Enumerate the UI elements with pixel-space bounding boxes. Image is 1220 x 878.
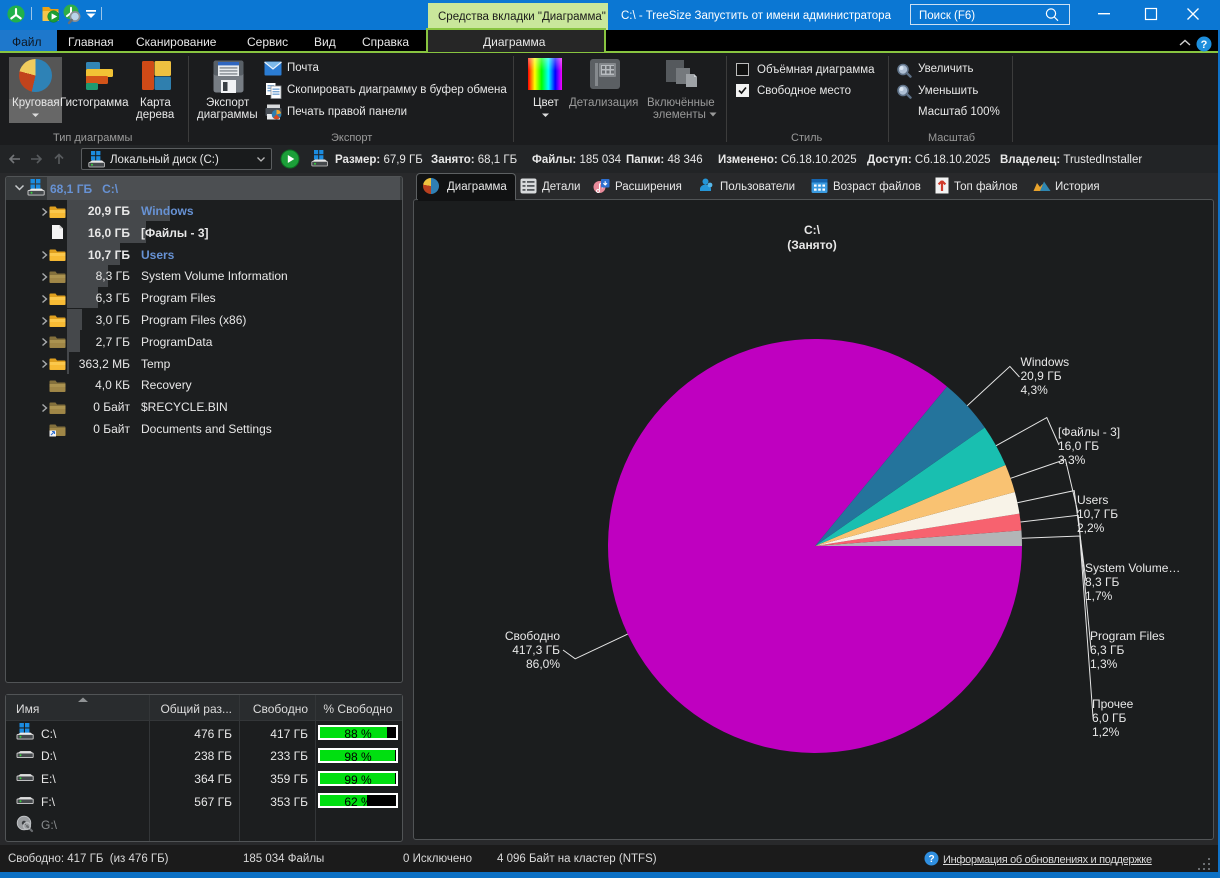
svg-text:?: ? bbox=[1201, 39, 1208, 51]
svg-text:?: ? bbox=[928, 854, 934, 865]
